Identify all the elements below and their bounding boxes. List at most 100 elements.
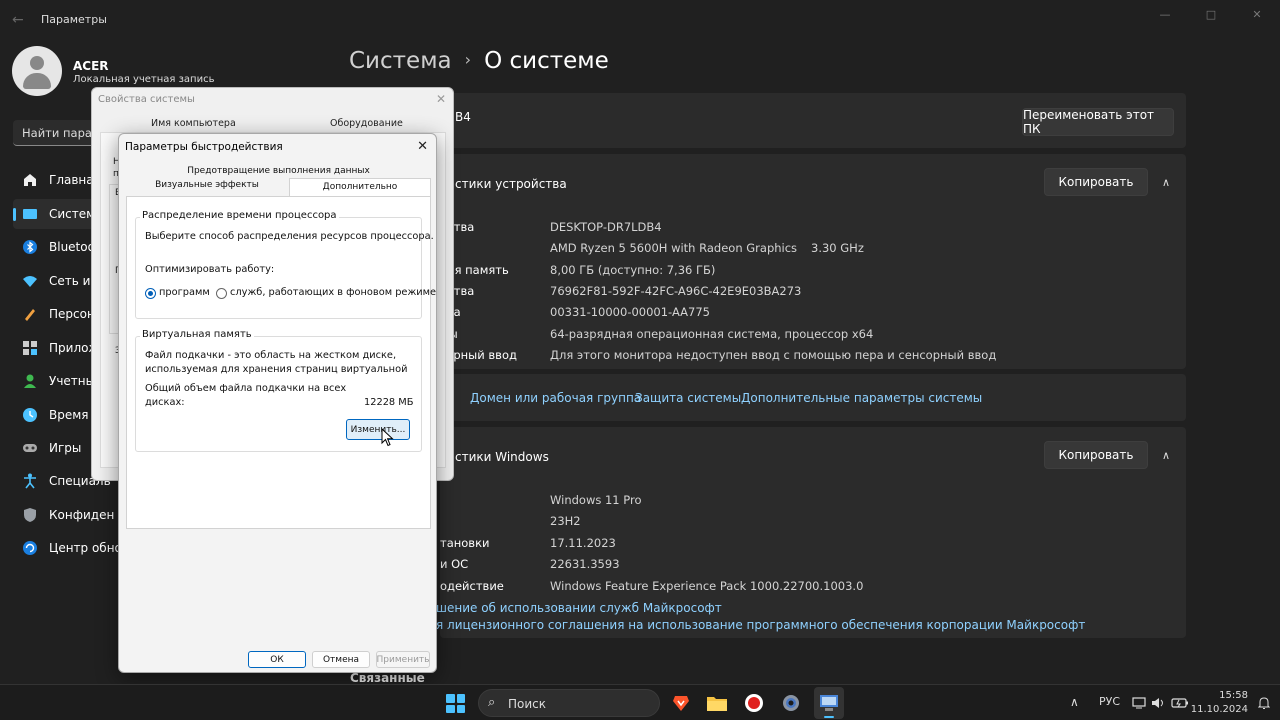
paging-file-total-label-line2: дисках: bbox=[145, 397, 185, 408]
tab-data-execution-prevention[interactable]: Предотвращение выполнения данных bbox=[126, 166, 431, 176]
avatar bbox=[12, 46, 62, 96]
collapse-windows-specs-chevron-icon[interactable]: ∧ bbox=[1155, 444, 1177, 466]
spec-value-pen-touch: Для этого монитора недоступен ввод с пом… bbox=[550, 348, 997, 362]
file-explorer-icon[interactable] bbox=[705, 691, 729, 715]
performance-options-close-icon[interactable]: ✕ bbox=[417, 139, 428, 154]
tab-visual-effects[interactable]: Визуальные эффекты bbox=[126, 180, 288, 195]
background-services-radio-label[interactable]: служб, работающих в фоновом режиме bbox=[230, 286, 436, 300]
spec-label: тановки bbox=[440, 536, 490, 550]
background-services-radio[interactable] bbox=[216, 288, 227, 299]
performance-options-dialog: Параметры быстродействия ✕ Предотвращени… bbox=[118, 133, 437, 673]
processor-scheduling-description: Выберите способ распределения ресурсов п… bbox=[145, 231, 434, 242]
breadcrumb-parent[interactable]: Система bbox=[349, 48, 452, 74]
apply-button[interactable]: Применить bbox=[376, 651, 430, 668]
tab-advanced[interactable]: Дополнительно bbox=[289, 178, 431, 197]
device-specs-title: стики устройства bbox=[455, 177, 567, 191]
programs-radio-label[interactable]: программ bbox=[159, 286, 210, 300]
spec-value-product-id: 00331-10000-00001-AA775 bbox=[550, 305, 710, 319]
system-protection-link[interactable]: Защита системы bbox=[635, 391, 741, 405]
personalization-icon bbox=[22, 306, 38, 322]
collapse-device-specs-chevron-icon[interactable]: ∧ bbox=[1155, 171, 1177, 193]
profile-account-type: Локальная учетная запись bbox=[73, 74, 215, 85]
update-icon bbox=[22, 540, 38, 556]
copy-windows-specs-button[interactable]: Копировать bbox=[1044, 441, 1148, 469]
bluetooth-icon bbox=[22, 239, 38, 255]
virtual-memory-description-line1: Файл подкачки - это область на жестком д… bbox=[145, 350, 397, 361]
tab-hardware[interactable]: Оборудование bbox=[330, 118, 403, 129]
domain-workgroup-link[interactable]: Домен или рабочая группа bbox=[470, 391, 641, 405]
rename-pc-button[interactable]: Переименовать этот ПК bbox=[1022, 108, 1174, 136]
license-terms-link[interactable]: я лицензионного соглашения на использова… bbox=[436, 618, 1085, 632]
paging-file-size: 12228 МБ bbox=[364, 397, 414, 408]
windows-specs-title: стики Windows bbox=[455, 450, 549, 464]
spec-value-version: 23H2 bbox=[550, 514, 581, 528]
virtual-memory-description-line2: используемая для хранения страниц виртуа… bbox=[145, 364, 408, 375]
accessibility-icon bbox=[22, 473, 38, 489]
tab-computer-name[interactable]: Имя компьютера bbox=[151, 118, 236, 129]
mouse-cursor-icon bbox=[381, 428, 394, 447]
time-icon bbox=[22, 407, 38, 423]
search-icon: ⌕ bbox=[488, 695, 496, 710]
nav-label: Персон bbox=[49, 307, 95, 321]
accounts-icon bbox=[22, 373, 38, 389]
battery-icon[interactable] bbox=[1171, 693, 1189, 713]
back-button[interactable]: ← bbox=[12, 12, 24, 28]
notifications-bell-icon[interactable] bbox=[1256, 693, 1272, 713]
copy-device-specs-button[interactable]: Копировать bbox=[1044, 168, 1148, 196]
advanced-system-settings-link[interactable]: Дополнительные параметры системы bbox=[741, 391, 982, 405]
window-title: Параметры bbox=[41, 13, 107, 26]
ok-button[interactable]: ОК bbox=[248, 651, 306, 668]
nav-label: Игры bbox=[49, 441, 82, 455]
pc-name-fragment: B4 bbox=[455, 110, 471, 124]
system-properties-close-icon[interactable]: ✕ bbox=[436, 92, 446, 106]
start-tile bbox=[456, 694, 465, 703]
clock-time[interactable]: 15:58 bbox=[1219, 690, 1248, 701]
minimize-button[interactable]: — bbox=[1142, 0, 1188, 28]
tray-overflow-chevron-icon[interactable]: ∧ bbox=[1070, 695, 1079, 709]
services-agreement-link[interactable]: шение об использовании служб Майкрософт bbox=[436, 601, 722, 615]
breadcrumb: Система › О системе bbox=[349, 48, 609, 74]
spec-value-device-name: DESKTOP-DR7LDB4 bbox=[550, 220, 662, 234]
settings-gear-icon[interactable] bbox=[779, 691, 803, 715]
maximize-button[interactable]: □ bbox=[1188, 0, 1234, 28]
screen-recorder-icon[interactable] bbox=[742, 691, 766, 715]
brave-browser-icon[interactable] bbox=[669, 691, 693, 715]
start-tile bbox=[446, 704, 455, 713]
nav-label: Центр обнов bbox=[49, 541, 129, 555]
apps-icon bbox=[22, 340, 38, 356]
spec-label: одействие bbox=[440, 579, 504, 593]
change-virtual-memory-button[interactable]: Изменить... bbox=[346, 419, 410, 440]
virtual-memory-title: Виртуальная память bbox=[140, 329, 254, 340]
spec-value-installed-on: 17.11.2023 bbox=[550, 536, 616, 550]
home-icon bbox=[22, 172, 38, 188]
system-properties-title: Свойства системы bbox=[98, 94, 195, 105]
spec-value-edition: Windows 11 Pro bbox=[550, 493, 642, 507]
clock-date[interactable]: 11.10.2024 bbox=[1191, 704, 1248, 715]
processor-scheduling-title: Распределение времени процессора bbox=[140, 210, 339, 221]
avatar-body bbox=[23, 73, 51, 89]
title-bar: ← Параметры — □ ✕ bbox=[0, 0, 1280, 40]
taskbar-search[interactable]: ⌕ Поиск bbox=[478, 689, 660, 717]
network-icon bbox=[22, 273, 38, 289]
gaming-icon bbox=[22, 440, 38, 456]
window-controls: — □ ✕ bbox=[1142, 0, 1280, 28]
taskbar-search-label: Поиск bbox=[508, 697, 547, 711]
cancel-button[interactable]: Отмена bbox=[312, 651, 370, 668]
profile-name: ACER bbox=[73, 59, 109, 73]
start-button[interactable] bbox=[446, 694, 465, 713]
display-icon[interactable] bbox=[1131, 693, 1147, 713]
programs-radio[interactable] bbox=[145, 288, 156, 299]
close-button[interactable]: ✕ bbox=[1234, 0, 1280, 28]
volume-icon[interactable] bbox=[1151, 693, 1167, 713]
system-properties-app-icon[interactable] bbox=[817, 691, 841, 715]
system-icon bbox=[22, 206, 38, 222]
spec-value-system-type: 64-разрядная операционная система, проце… bbox=[550, 327, 874, 341]
start-tile bbox=[446, 694, 455, 703]
input-language[interactable]: РУС bbox=[1099, 695, 1120, 708]
spec-value-ram: 8,00 ГБ (доступно: 7,36 ГБ) bbox=[550, 263, 716, 277]
spec-value-processor: AMD Ryzen 5 5600H with Radeon Graphics bbox=[550, 241, 798, 255]
advanced-tab-panel: Распределение времени процессора Выберит… bbox=[126, 196, 436, 529]
avatar-head bbox=[30, 56, 44, 70]
optimize-label: Оптимизировать работу: bbox=[145, 264, 275, 275]
spec-value-device-id: 76962F81-592F-42FC-A96C-42E9E03BA273 bbox=[550, 284, 802, 298]
